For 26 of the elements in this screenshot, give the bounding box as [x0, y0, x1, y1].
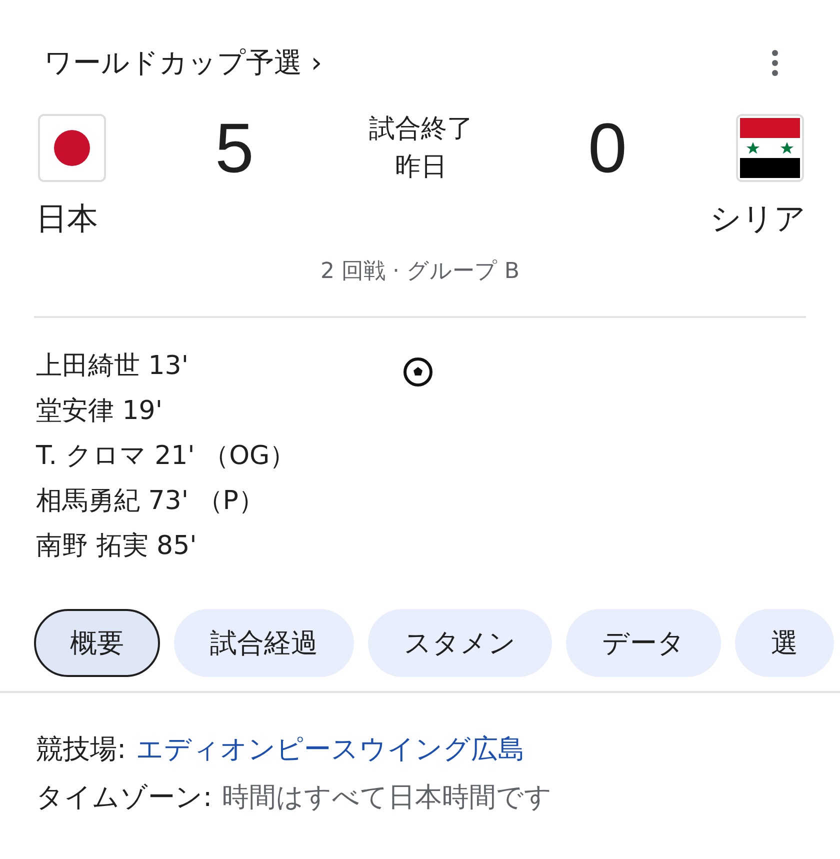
- goal-scorer: 相馬勇紀 73' （P）: [36, 485, 266, 518]
- venue-link[interactable]: エディオンピースウイング広島: [136, 731, 526, 767]
- away-score: 0: [587, 108, 628, 188]
- soccer-ball-icon: [402, 356, 434, 388]
- away-team-name: シリア: [710, 200, 806, 239]
- tab[interactable]: 選: [735, 609, 834, 677]
- home-score: 5: [214, 108, 255, 188]
- goal-scorer: T. クロマ 21' （OG）: [36, 440, 297, 473]
- goal-scorer: 上田綺世 13': [36, 350, 190, 383]
- round-label: 2 回戦 · グループ B: [319, 258, 521, 286]
- goal-scorer: 南野 拓実 85': [36, 530, 198, 563]
- info-value: 時間はすべて日本時間です: [222, 781, 552, 815]
- more-icon[interactable]: [770, 49, 780, 77]
- flag-icon: [736, 114, 804, 182]
- goal-scorer: 堂安律 19': [36, 395, 164, 428]
- competition-link[interactable]: ワールドカップ予選 ›: [44, 44, 322, 82]
- tab[interactable]: 概要: [34, 609, 160, 677]
- tab[interactable]: スタメン: [368, 609, 552, 677]
- info-label: 競技場:: [36, 733, 126, 767]
- match-status: 試合終了: [369, 113, 473, 146]
- match-date: 昨日: [395, 151, 447, 184]
- home-team-name: 日本: [36, 200, 98, 239]
- flag-icon: [38, 114, 106, 182]
- info-label: タイムゾーン:: [36, 781, 212, 815]
- tab[interactable]: 試合経過: [174, 609, 354, 677]
- tab[interactable]: データ: [566, 609, 721, 677]
